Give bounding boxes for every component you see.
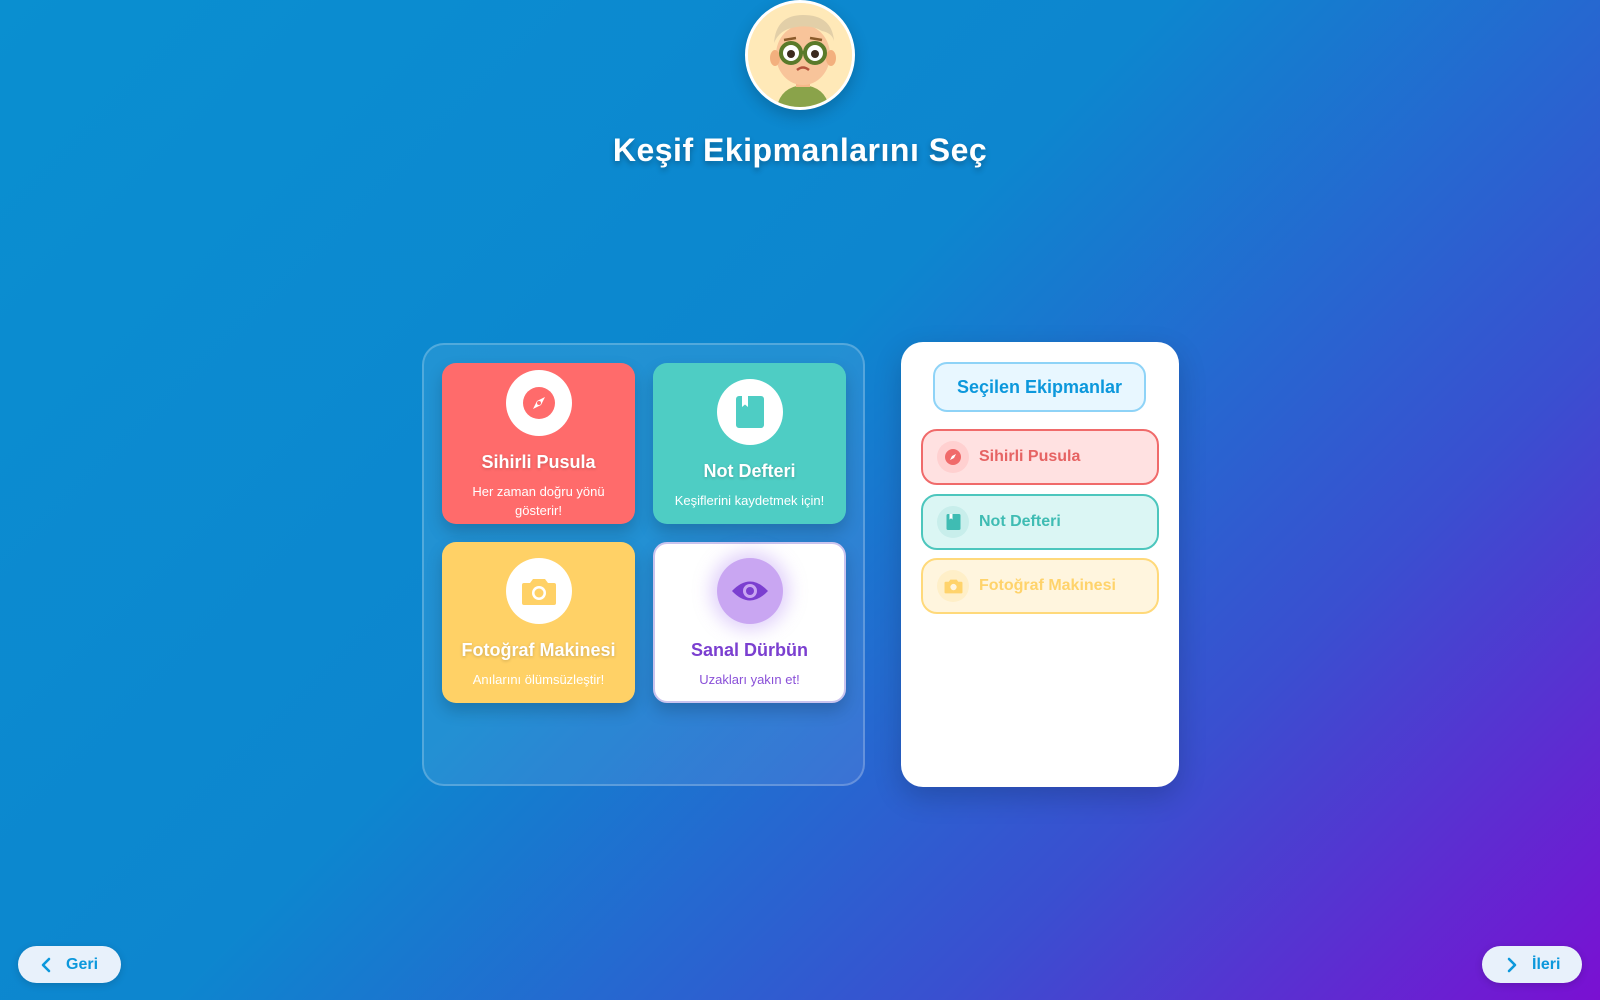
equipment-title: Not Defteri [703,461,796,481]
equipment-card-compass[interactable]: Sihirli Pusula Her zaman doğru yönü göst… [442,363,635,524]
chevron-right-icon [1507,957,1517,972]
next-button-label: İleri [1532,955,1561,973]
equipment-desc: Her zaman doğru yönü gösterir! [472,484,605,518]
chevron-left-icon [41,957,51,972]
camera-icon [521,579,556,605]
selected-item-label: Sihirli Pusula [979,448,1081,465]
compass-icon [945,449,961,465]
equipment-title: Sihirli Pusula [481,452,596,472]
back-button[interactable]: Geri [18,946,121,983]
selected-item-camera[interactable]: Fotoğraf Makinesi [921,558,1159,614]
equipment-desc: Keşiflerini kaydetmek için! [674,493,825,508]
equipment-grid: Sihirli Pusula Her zaman doğru yönü göst… [422,343,865,786]
equipment-card-binoculars[interactable]: Sanal Dürbün Uzakları yakın et! [653,542,846,703]
selected-item-notebook[interactable]: Not Defteri [921,494,1159,550]
equipment-title: Sanal Dürbün [690,640,808,660]
notebook-icon [946,514,960,530]
selected-panel-header: Seçilen Ekipmanlar [933,362,1146,412]
avatar [745,0,855,110]
explorer-avatar-icon [748,3,852,107]
equipment-desc: Anılarını ölümsüzleştir! [472,672,605,687]
next-button[interactable]: İleri [1482,946,1582,983]
compass-icon [522,387,555,419]
equipment-title: Fotoğraf Makinesi [461,640,616,660]
equipment-desc: Uzakları yakın et! [699,672,800,687]
selected-item-compass[interactable]: Sihirli Pusula [921,429,1159,485]
equipment-card-notebook[interactable]: Not Defteri Keşiflerini kaydetmek için! [653,363,846,524]
notebook-icon [735,396,764,428]
selected-equipment-panel: Seçilen Ekipmanlar Sihirli Pusula Not De… [901,342,1179,787]
equipment-card-camera[interactable]: Fotoğraf Makinesi Anılarını ölümsüzleşti… [442,542,635,703]
eye-icon [731,581,768,601]
back-button-label: Geri [66,955,99,973]
page-title: Keşif Ekipmanlarını Seç [612,132,988,168]
selected-item-label: Fotoğraf Makinesi [979,577,1116,594]
camera-icon [944,579,962,594]
selected-item-label: Not Defteri [979,513,1061,530]
